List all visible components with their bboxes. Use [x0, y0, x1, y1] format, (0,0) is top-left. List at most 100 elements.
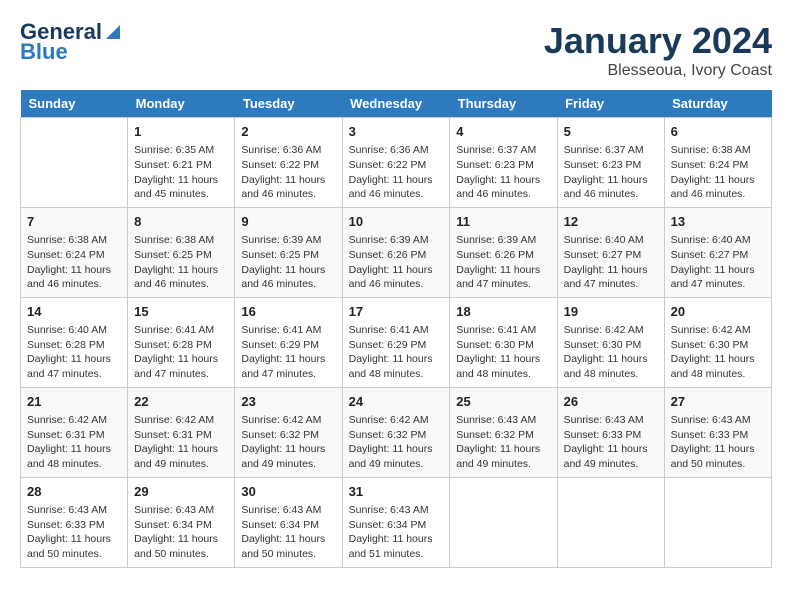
- col-header-tuesday: Tuesday: [235, 90, 342, 118]
- day-number: 12: [564, 213, 658, 231]
- calendar-cell: [21, 118, 128, 208]
- calendar-cell: [664, 477, 771, 567]
- calendar-cell: 30 Sunrise: 6:43 AM Sunset: 6:34 PM Dayli…: [235, 477, 342, 567]
- day-info: Sunrise: 6:43 AM Sunset: 6:34 PM Dayligh…: [241, 503, 335, 562]
- day-number: 7: [27, 213, 121, 231]
- calendar-cell: 2 Sunrise: 6:36 AM Sunset: 6:22 PM Daylig…: [235, 118, 342, 208]
- calendar-cell: 6Sunrise: 6:38 AM Sunset: 6:24 PM Daylig…: [664, 118, 771, 208]
- logo-icon: [104, 23, 122, 41]
- calendar-cell: 11 Sunrise: 6:39 AM Sunset: 6:26 PM Dayli…: [450, 207, 557, 297]
- calendar-cell: 10 Sunrise: 6:39 AM Sunset: 6:26 PM Dayli…: [342, 207, 450, 297]
- calendar-cell: 25Sunrise: 6:43 AM Sunset: 6:32 PM Dayli…: [450, 387, 557, 477]
- day-number: 4: [456, 123, 550, 141]
- col-header-saturday: Saturday: [664, 90, 771, 118]
- calendar-cell: 7 Sunrise: 6:38 AM Sunset: 6:24 PM Daylig…: [21, 207, 128, 297]
- day-number: 13: [671, 213, 765, 231]
- day-number: 1: [134, 123, 228, 141]
- logo: General Blue: [20, 20, 122, 64]
- month-title: January 2024: [544, 20, 772, 62]
- day-number: 14: [27, 303, 121, 321]
- calendar-cell: 23Sunrise: 6:42 AM Sunset: 6:32 PM Dayli…: [235, 387, 342, 477]
- day-info: Sunrise: 6:41 AM Sunset: 6:30 PM Dayligh…: [456, 323, 550, 382]
- day-number: 23: [241, 393, 335, 411]
- calendar-cell: 31 Sunrise: 6:43 AM Sunset: 6:34 PM Dayli…: [342, 477, 450, 567]
- calendar-header-row: SundayMondayTuesdayWednesdayThursdayFrid…: [21, 90, 772, 118]
- day-number: 9: [241, 213, 335, 231]
- title-block: January 2024 Blesseoua, Ivory Coast: [544, 20, 772, 80]
- day-number: 31: [349, 483, 444, 501]
- day-number: 28: [27, 483, 121, 501]
- day-info: Sunrise: 6:42 AM Sunset: 6:30 PM Dayligh…: [564, 323, 658, 382]
- day-info: Sunrise: 6:43 AM Sunset: 6:34 PM Dayligh…: [134, 503, 228, 562]
- col-header-friday: Friday: [557, 90, 664, 118]
- calendar-cell: 22Sunrise: 6:42 AM Sunset: 6:31 PM Dayli…: [128, 387, 235, 477]
- day-number: 5: [564, 123, 658, 141]
- calendar-cell: 27Sunrise: 6:43 AM Sunset: 6:33 PM Dayli…: [664, 387, 771, 477]
- day-info: Sunrise: 6:36 AM Sunset: 6:22 PM Dayligh…: [241, 143, 335, 202]
- day-info: Sunrise: 6:42 AM Sunset: 6:31 PM Dayligh…: [27, 413, 121, 472]
- col-header-sunday: Sunday: [21, 90, 128, 118]
- calendar-cell: 9 Sunrise: 6:39 AM Sunset: 6:25 PM Daylig…: [235, 207, 342, 297]
- day-info: Sunrise: 6:42 AM Sunset: 6:32 PM Dayligh…: [349, 413, 444, 472]
- day-number: 21: [27, 393, 121, 411]
- day-info: Sunrise: 6:41 AM Sunset: 6:29 PM Dayligh…: [241, 323, 335, 382]
- calendar-cell: 1 Sunrise: 6:35 AM Sunset: 6:21 PM Daylig…: [128, 118, 235, 208]
- calendar-cell: 26 Sunrise: 6:43 AM Sunset: 6:33 PM Dayli…: [557, 387, 664, 477]
- day-info: Sunrise: 6:38 AM Sunset: 6:25 PM Dayligh…: [134, 233, 228, 292]
- day-number: 24: [349, 393, 444, 411]
- day-number: 20: [671, 303, 765, 321]
- day-info: Sunrise: 6:39 AM Sunset: 6:25 PM Dayligh…: [241, 233, 335, 292]
- day-number: 22: [134, 393, 228, 411]
- day-info: Sunrise: 6:43 AM Sunset: 6:34 PM Dayligh…: [349, 503, 444, 562]
- calendar-week-row: 7 Sunrise: 6:38 AM Sunset: 6:24 PM Daylig…: [21, 207, 772, 297]
- calendar-week-row: 28Sunrise: 6:43 AM Sunset: 6:33 PM Dayli…: [21, 477, 772, 567]
- calendar-cell: [557, 477, 664, 567]
- calendar-cell: 3Sunrise: 6:36 AM Sunset: 6:22 PM Daylig…: [342, 118, 450, 208]
- day-info: Sunrise: 6:41 AM Sunset: 6:29 PM Dayligh…: [349, 323, 444, 382]
- calendar-cell: 5Sunrise: 6:37 AM Sunset: 6:23 PM Daylig…: [557, 118, 664, 208]
- calendar-cell: 19Sunrise: 6:42 AM Sunset: 6:30 PM Dayli…: [557, 297, 664, 387]
- calendar-cell: 28Sunrise: 6:43 AM Sunset: 6:33 PM Dayli…: [21, 477, 128, 567]
- day-number: 27: [671, 393, 765, 411]
- day-info: Sunrise: 6:38 AM Sunset: 6:24 PM Dayligh…: [671, 143, 765, 202]
- logo-text-blue: Blue: [20, 40, 68, 64]
- calendar-cell: 18 Sunrise: 6:41 AM Sunset: 6:30 PM Dayli…: [450, 297, 557, 387]
- calendar-cell: 4 Sunrise: 6:37 AM Sunset: 6:23 PM Daylig…: [450, 118, 557, 208]
- day-info: Sunrise: 6:37 AM Sunset: 6:23 PM Dayligh…: [456, 143, 550, 202]
- day-number: 11: [456, 213, 550, 231]
- day-number: 17: [349, 303, 444, 321]
- day-info: Sunrise: 6:42 AM Sunset: 6:30 PM Dayligh…: [671, 323, 765, 382]
- day-info: Sunrise: 6:40 AM Sunset: 6:27 PM Dayligh…: [564, 233, 658, 292]
- day-number: 26: [564, 393, 658, 411]
- calendar-table: SundayMondayTuesdayWednesdayThursdayFrid…: [20, 90, 772, 568]
- day-number: 16: [241, 303, 335, 321]
- calendar-cell: 29Sunrise: 6:43 AM Sunset: 6:34 PM Dayli…: [128, 477, 235, 567]
- day-number: 8: [134, 213, 228, 231]
- day-info: Sunrise: 6:39 AM Sunset: 6:26 PM Dayligh…: [349, 233, 444, 292]
- location-title: Blesseoua, Ivory Coast: [544, 62, 772, 80]
- day-info: Sunrise: 6:38 AM Sunset: 6:24 PM Dayligh…: [27, 233, 121, 292]
- day-info: Sunrise: 6:41 AM Sunset: 6:28 PM Dayligh…: [134, 323, 228, 382]
- day-number: 30: [241, 483, 335, 501]
- calendar-cell: 14 Sunrise: 6:40 AM Sunset: 6:28 PM Dayli…: [21, 297, 128, 387]
- day-info: Sunrise: 6:39 AM Sunset: 6:26 PM Dayligh…: [456, 233, 550, 292]
- day-number: 3: [349, 123, 444, 141]
- calendar-cell: 8 Sunrise: 6:38 AM Sunset: 6:25 PM Daylig…: [128, 207, 235, 297]
- calendar-cell: 24 Sunrise: 6:42 AM Sunset: 6:32 PM Dayli…: [342, 387, 450, 477]
- day-number: 10: [349, 213, 444, 231]
- calendar-cell: 17 Sunrise: 6:41 AM Sunset: 6:29 PM Dayli…: [342, 297, 450, 387]
- day-info: Sunrise: 6:35 AM Sunset: 6:21 PM Dayligh…: [134, 143, 228, 202]
- day-number: 25: [456, 393, 550, 411]
- day-info: Sunrise: 6:40 AM Sunset: 6:28 PM Dayligh…: [27, 323, 121, 382]
- day-number: 18: [456, 303, 550, 321]
- calendar-week-row: 1 Sunrise: 6:35 AM Sunset: 6:21 PM Daylig…: [21, 118, 772, 208]
- col-header-thursday: Thursday: [450, 90, 557, 118]
- day-number: 15: [134, 303, 228, 321]
- day-number: 2: [241, 123, 335, 141]
- calendar-cell: 21 Sunrise: 6:42 AM Sunset: 6:31 PM Dayli…: [21, 387, 128, 477]
- page-header: General Blue January 2024 Blesseoua, Ivo…: [20, 20, 772, 80]
- calendar-cell: 20 Sunrise: 6:42 AM Sunset: 6:30 PM Dayli…: [664, 297, 771, 387]
- col-header-wednesday: Wednesday: [342, 90, 450, 118]
- calendar-cell: [450, 477, 557, 567]
- day-info: Sunrise: 6:43 AM Sunset: 6:33 PM Dayligh…: [564, 413, 658, 472]
